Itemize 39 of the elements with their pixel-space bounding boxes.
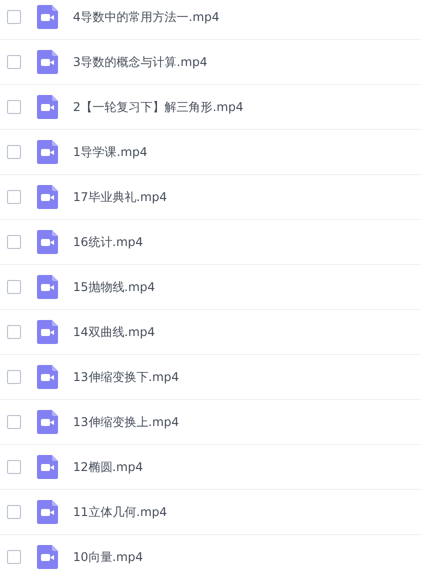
video-file-icon xyxy=(37,320,58,344)
file-name[interactable]: 16统计.mp4 xyxy=(73,234,144,250)
video-file-icon xyxy=(37,410,58,434)
video-file-icon xyxy=(37,5,58,29)
video-file-icon xyxy=(37,95,58,119)
file-name[interactable]: 3导数的概念与计算.mp4 xyxy=(73,54,208,70)
file-name[interactable]: 15抛物线.mp4 xyxy=(73,278,156,296)
checkbox[interactable] xyxy=(7,145,21,159)
checkbox[interactable] xyxy=(7,550,21,564)
video-file-icon xyxy=(37,365,58,389)
video-file-icon xyxy=(37,185,58,209)
file-name[interactable]: 14双曲线.mp4 xyxy=(73,324,156,340)
video-file-icon xyxy=(37,500,58,524)
video-file-icon xyxy=(37,455,58,479)
file-name[interactable]: 2【一轮复习下】解三角形.mp4 xyxy=(73,98,244,116)
file-name[interactable]: 11立体几何.mp4 xyxy=(73,504,168,520)
video-file-icon xyxy=(37,50,58,74)
video-file-icon xyxy=(37,545,58,569)
file-name[interactable]: 13伸缩变换下.mp4 xyxy=(73,368,180,386)
checkbox[interactable] xyxy=(7,505,21,519)
video-file-icon xyxy=(37,140,58,164)
checkbox[interactable] xyxy=(7,325,21,339)
file-name[interactable]: 10向量.mp4 xyxy=(73,548,144,566)
checkbox[interactable] xyxy=(7,235,21,249)
file-name[interactable]: 4导数中的常用方法一.mp4 xyxy=(73,8,220,26)
file-name[interactable]: 13伸缩变换上.mp4 xyxy=(73,414,180,430)
checkbox[interactable] xyxy=(7,190,21,204)
file-name[interactable]: 1导学课.mp4 xyxy=(73,144,148,160)
checkbox[interactable] xyxy=(7,415,21,429)
checkbox[interactable] xyxy=(7,370,21,384)
video-file-icon xyxy=(37,230,58,254)
checkbox[interactable] xyxy=(7,460,21,474)
file-name[interactable]: 12椭圆.mp4 xyxy=(73,458,144,476)
checkbox[interactable] xyxy=(7,55,21,69)
checkbox[interactable] xyxy=(7,280,21,294)
file-name[interactable]: 17毕业典礼.mp4 xyxy=(73,188,168,206)
checkbox[interactable] xyxy=(7,100,21,114)
video-file-icon xyxy=(37,275,58,299)
checkbox[interactable] xyxy=(7,10,21,24)
